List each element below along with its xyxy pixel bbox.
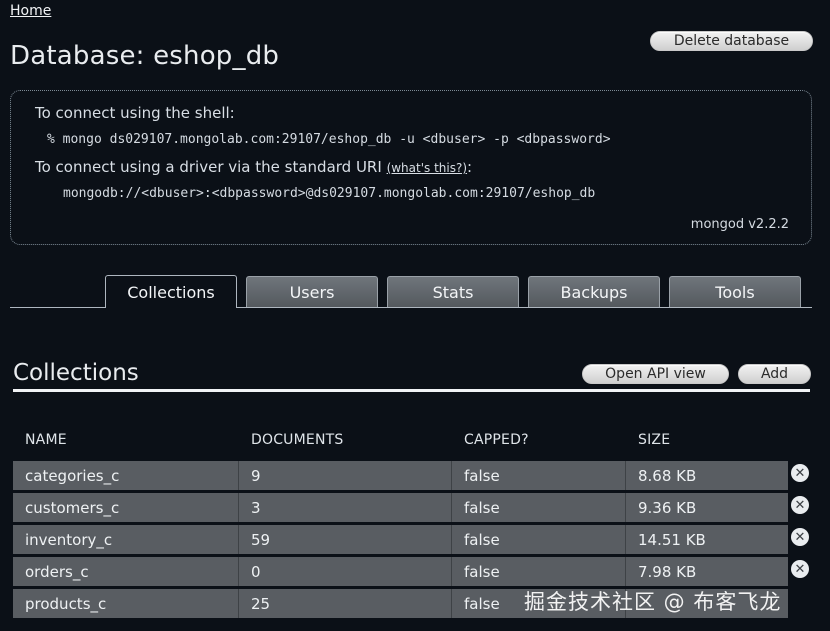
collection-name[interactable]: customers_c [13,493,239,522]
delete-collection-icon[interactable]: ✕ [791,496,809,514]
tab-tools[interactable]: Tools [669,276,801,307]
collection-documents: 9 [239,461,452,490]
header-documents[interactable]: DOCUMENTS [239,428,452,458]
collection-size: 9.36 KB [626,493,788,522]
collection-name[interactable]: inventory_c [13,525,239,554]
collection-name[interactable]: categories_c [13,461,239,490]
collection-documents: 59 [239,525,452,554]
shell-command: % mongo ds029107.mongolab.com:29107/esho… [47,132,611,147]
tab-users[interactable]: Users [246,276,378,307]
watermark: 掘金技术社区 @ 布客飞龙 [524,590,782,614]
tab-stats[interactable]: Stats [387,276,519,307]
connection-info-box: To connect using the shell: % mongo ds02… [10,90,812,245]
collection-documents: 0 [239,557,452,586]
collection-capped: false [452,557,626,586]
whats-this-link[interactable]: (what's this?) [387,161,467,175]
driver-label-text: To connect using a driver via the standa… [35,158,387,176]
add-collection-button[interactable]: Add [738,364,811,384]
collection-size: 7.98 KB [626,557,788,586]
collections-heading: Collections [13,360,139,386]
table-row[interactable]: categories_c 9 false 8.68 KB [13,461,788,490]
home-link[interactable]: Home [10,3,51,19]
collection-capped: false [452,493,626,522]
tab-backups[interactable]: Backups [528,276,660,307]
collection-documents: 25 [239,589,452,618]
collection-documents: 3 [239,493,452,522]
table-row[interactable]: orders_c 0 false 7.98 KB [13,557,788,586]
tab-collections[interactable]: Collections [105,275,237,308]
delete-collection-icon[interactable]: ✕ [791,560,809,578]
collection-size: 14.51 KB [626,525,788,554]
open-api-view-button[interactable]: Open API view [582,364,729,384]
table-header-row: NAME DOCUMENTS CAPPED? SIZE [13,428,788,458]
mongod-version: mongod v2.2.2 [690,217,789,232]
header-capped[interactable]: CAPPED? [452,428,626,458]
header-size[interactable]: SIZE [626,428,788,458]
collection-name[interactable]: products_c [13,589,239,618]
table-row[interactable]: inventory_c 59 false 14.51 KB [13,525,788,554]
driver-connect-label: To connect using a driver via the standa… [35,158,472,176]
collection-name[interactable]: orders_c [13,557,239,586]
table-row[interactable]: customers_c 3 false 9.36 KB [13,493,788,522]
section-divider [13,389,810,392]
connection-uri: mongodb://<dbuser>:<dbpassword>@ds029107… [63,186,596,201]
delete-collection-icon[interactable]: ✕ [791,528,809,546]
collection-capped: false [452,461,626,490]
shell-connect-label: To connect using the shell: [35,104,235,122]
header-name[interactable]: NAME [13,428,239,458]
delete-database-button[interactable]: Delete database [650,31,813,51]
collection-capped: false [452,525,626,554]
driver-label-colon: : [467,158,473,176]
collection-size: 8.68 KB [626,461,788,490]
delete-collection-icon[interactable]: ✕ [791,464,809,482]
page-title: Database: eshop_db [10,41,280,72]
